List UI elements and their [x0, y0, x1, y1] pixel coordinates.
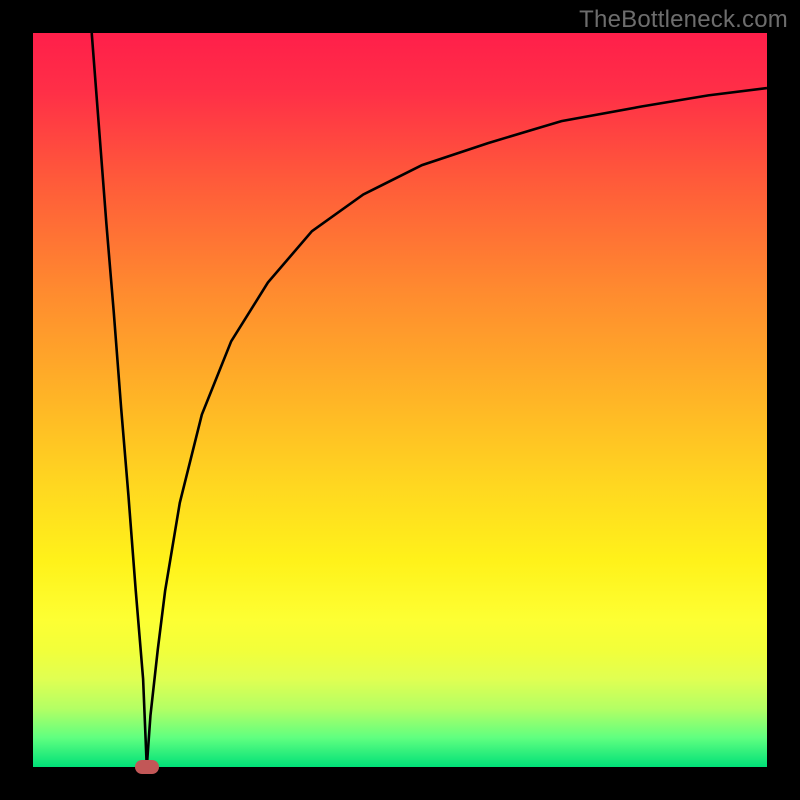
- bottleneck-curves: [33, 33, 767, 767]
- plot-area: [33, 33, 767, 767]
- right-branch-curve: [147, 88, 767, 767]
- watermark-text: TheBottleneck.com: [579, 6, 788, 34]
- optimal-marker: [135, 760, 159, 774]
- left-branch-curve: [92, 33, 147, 767]
